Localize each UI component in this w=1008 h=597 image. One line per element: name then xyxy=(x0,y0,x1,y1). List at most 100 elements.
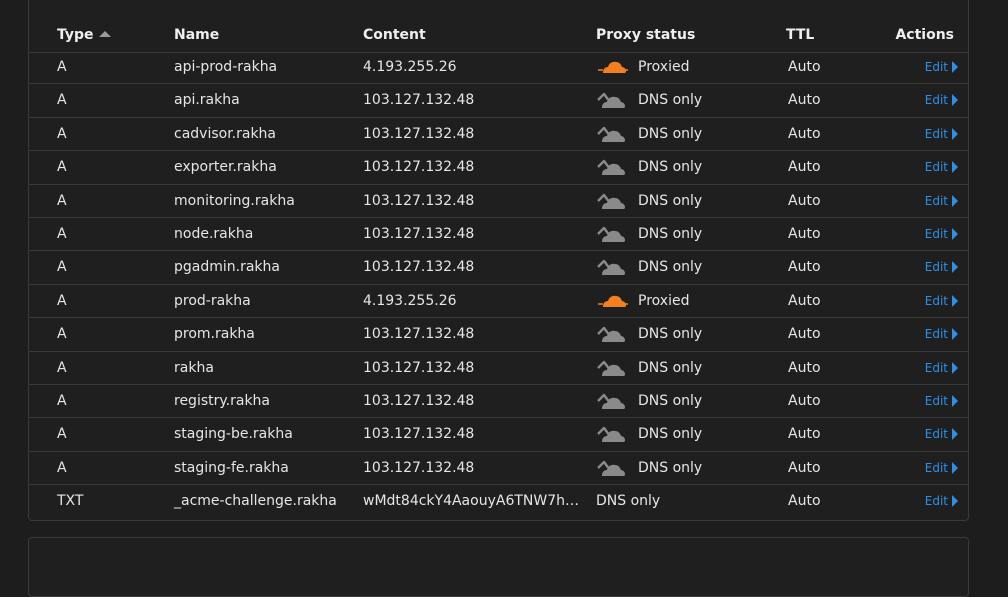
record-type: A xyxy=(57,359,67,376)
table-row: Acadvisor.rakha 103.127.132.48 DNS only Aut… xyxy=(29,118,968,152)
record-type: A xyxy=(57,259,67,276)
edit-label: Edit xyxy=(924,226,948,241)
column-header-actions: Actions xyxy=(895,27,954,43)
record-name: staging-fe.rakha xyxy=(174,459,289,476)
record-ttl: Auto xyxy=(788,359,821,376)
proxy-status: DNS only xyxy=(596,89,702,111)
record-name: rakha xyxy=(174,359,214,376)
record-name: _acme-challenge.rakha xyxy=(174,493,337,510)
caret-right-icon xyxy=(952,227,958,240)
dns-only-cloud-icon xyxy=(597,193,625,209)
caret-right-icon xyxy=(952,61,958,73)
record-content: 4.193.255.26 xyxy=(363,292,457,309)
record-ttl: Auto xyxy=(788,292,821,309)
record-type: A xyxy=(57,59,67,75)
edit-record-button[interactable]: Edit xyxy=(925,127,958,141)
record-type: A xyxy=(57,292,67,309)
record-content: 103.127.132.48 xyxy=(363,125,475,142)
edit-label: Edit xyxy=(924,427,948,442)
record-ttl: Auto xyxy=(788,326,821,343)
table-row: Aapi.rakha 103.127.132.48 DNS only Auto Edit xyxy=(29,84,968,118)
table-header: Type Name Content Proxy status TTL Actio… xyxy=(29,16,968,53)
record-content: 103.127.132.48 xyxy=(363,92,475,109)
caret-right-icon xyxy=(952,361,958,374)
dns-only-cloud-icon xyxy=(597,159,625,176)
proxy-status-label: DNS only xyxy=(638,359,703,376)
record-ttl: Auto xyxy=(788,125,821,142)
edit-record-button[interactable]: Edit xyxy=(925,227,958,241)
record-ttl: Auto xyxy=(788,59,821,75)
dns-only-cloud-icon xyxy=(597,393,625,409)
column-header-content[interactable]: Content xyxy=(363,27,426,43)
proxy-status-label: DNS only xyxy=(638,192,703,209)
edit-record-button[interactable]: Edit xyxy=(925,294,958,308)
proxy-status-label: DNS only xyxy=(638,459,703,476)
caret-right-icon xyxy=(952,261,958,274)
secondary-panel xyxy=(28,537,969,597)
edit-record-button[interactable]: Edit xyxy=(925,427,958,441)
table-row: Aprom.rakha 103.127.132.48 DNS only Auto Edi… xyxy=(29,318,968,352)
record-ttl: Auto xyxy=(788,392,821,409)
record-name: staging-be.rakha xyxy=(174,426,293,443)
edit-record-button[interactable]: Edit xyxy=(925,194,958,208)
record-content: 103.127.132.48 xyxy=(363,192,475,209)
edit-label: Edit xyxy=(924,494,948,509)
edit-label: Edit xyxy=(924,93,948,108)
dns-only-cloud-icon xyxy=(597,326,625,343)
record-content: 103.127.132.48 xyxy=(363,225,475,242)
column-header-type-label: Type xyxy=(57,27,94,43)
record-ttl: Auto xyxy=(788,192,821,209)
record-ttl: Auto xyxy=(788,426,821,443)
table-row: Anode.rakha 103.127.132.48 DNS only Auto Edi… xyxy=(29,218,968,252)
edit-label: Edit xyxy=(924,393,948,408)
record-name: node.rakha xyxy=(174,225,254,242)
dns-only-cloud-icon xyxy=(597,93,625,109)
record-type: A xyxy=(57,426,67,443)
edit-record-button[interactable]: Edit xyxy=(925,93,958,107)
edit-record-button[interactable]: Edit xyxy=(925,260,958,274)
column-header-ttl[interactable]: TTL xyxy=(786,27,814,43)
caret-right-icon xyxy=(952,394,958,407)
proxy-status: DNS only xyxy=(596,357,702,379)
edit-label: Edit xyxy=(924,126,948,141)
record-name: api.rakha xyxy=(174,92,240,109)
caret-right-icon xyxy=(952,161,958,174)
record-ttl: Auto xyxy=(788,459,821,476)
dns-only-cloud-icon xyxy=(597,260,625,276)
edit-record-button[interactable]: Edit xyxy=(925,327,958,341)
edit-label: Edit xyxy=(924,327,948,342)
column-header-name[interactable]: Name xyxy=(174,27,219,43)
edit-label: Edit xyxy=(924,60,948,74)
record-content: 103.127.132.48 xyxy=(363,159,475,176)
table-row: Arakha 103.127.132.48 DNS only Auto Edit xyxy=(29,352,968,385)
caret-right-icon xyxy=(952,428,958,441)
edit-record-button[interactable]: Edit xyxy=(925,160,958,174)
table-row: Astaging-fe.rakha 103.127.132.48 DNS only A… xyxy=(29,452,968,486)
record-type: A xyxy=(57,326,67,343)
edit-label: Edit xyxy=(924,193,948,208)
edit-record-button[interactable]: Edit xyxy=(925,461,958,475)
proxy-status-label: DNS only xyxy=(638,225,703,242)
edit-record-button[interactable]: Edit xyxy=(925,394,958,408)
record-type: A xyxy=(57,92,67,109)
edit-record-button[interactable]: Edit xyxy=(925,361,958,375)
record-content: 103.127.132.48 xyxy=(363,259,475,276)
proxy-status-label: DNS only xyxy=(596,493,661,510)
record-content: 103.127.132.48 xyxy=(363,359,475,376)
edit-label: Edit xyxy=(924,360,948,375)
caret-right-icon xyxy=(952,127,958,140)
column-header-type[interactable]: Type xyxy=(57,27,111,43)
column-header-proxy-status[interactable]: Proxy status xyxy=(596,27,695,43)
proxy-status: DNS only xyxy=(596,390,702,412)
record-content: 103.127.132.48 xyxy=(363,326,475,343)
edit-record-button[interactable]: Edit xyxy=(925,60,958,74)
record-content: wMdt84ckY4AaouyA6TNW7hcf… xyxy=(363,493,585,510)
edit-record-button[interactable]: Edit xyxy=(925,494,958,508)
edit-label: Edit xyxy=(924,293,948,308)
caret-right-icon xyxy=(952,294,958,307)
record-content: 103.127.132.48 xyxy=(363,426,475,443)
dns-records-panel: Type Name Content Proxy status TTL Actio… xyxy=(28,0,969,521)
proxy-status: Proxied xyxy=(596,290,689,312)
proxy-status: DNS only xyxy=(596,223,702,245)
record-content: 4.193.255.26 xyxy=(363,59,457,75)
